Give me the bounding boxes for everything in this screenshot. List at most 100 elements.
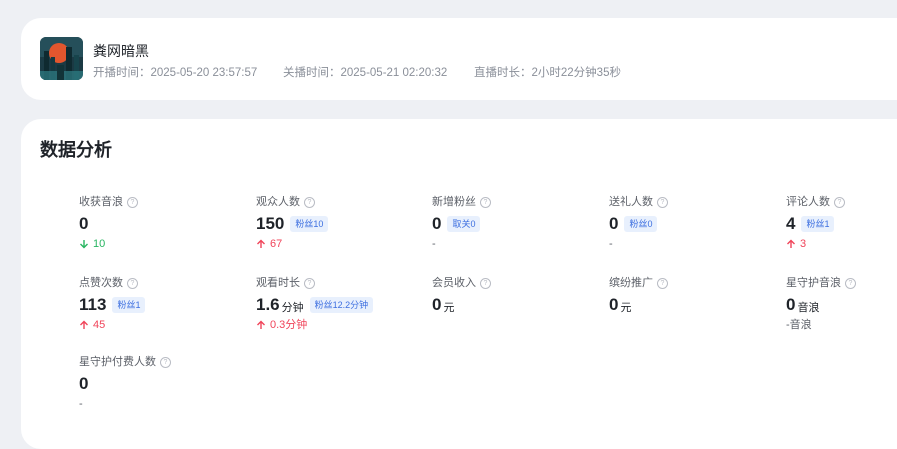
- section-title: 数据分析: [40, 140, 112, 160]
- metric-change-value: -: [432, 238, 436, 250]
- metric-value-row: 113 粉丝1: [79, 294, 249, 316]
- help-icon[interactable]: ?: [480, 277, 491, 289]
- metric-change-value: 67: [270, 238, 283, 250]
- metric-value-row: 150 粉丝10: [256, 213, 426, 235]
- metric-label-text: 送礼人数: [609, 196, 653, 208]
- metric-label-text: 会员收入: [432, 277, 476, 289]
- metric-label: 收获音浪?: [79, 195, 249, 209]
- end-time: 关播时间：2025-05-21 02:20:32: [283, 67, 448, 79]
- help-icon[interactable]: ?: [657, 196, 668, 208]
- metric-badge: 粉丝1: [112, 297, 146, 313]
- metric-label: 星守护音浪?: [786, 276, 897, 290]
- metric-change-value: 45: [93, 319, 106, 331]
- arrow-down-icon: [80, 240, 88, 249]
- metric-value-row: 0 取关0: [432, 213, 602, 235]
- help-icon[interactable]: ?: [657, 277, 668, 289]
- metric-card: 观看时长? 1.6 分钟 粉丝12.2分钟 0.3分钟: [256, 276, 426, 332]
- metric-value: 0: [609, 295, 619, 314]
- live-duration: 直播时长：2小时22分钟35秒: [474, 67, 621, 79]
- help-icon[interactable]: ?: [834, 196, 845, 208]
- arrow-up-icon: [257, 239, 265, 248]
- metric-value: 150: [256, 214, 285, 233]
- metric-card: 送礼人数? 0 粉丝0-: [609, 195, 779, 251]
- help-icon[interactable]: ?: [480, 196, 491, 208]
- metric-label: 点赞次数?: [79, 276, 249, 290]
- metric-badge: 粉丝12.2分钟: [309, 297, 374, 313]
- metric-badge: 粉丝1: [801, 216, 835, 232]
- help-icon[interactable]: ?: [304, 196, 315, 208]
- metric-value: 113: [79, 295, 107, 314]
- metric-label: 星守护付费人数?: [79, 355, 249, 369]
- metric-change: 3: [786, 237, 897, 251]
- metric-card: 收获音浪? 0 10: [79, 195, 249, 251]
- metric-change: 10: [79, 237, 249, 251]
- metric-value-row: 0: [79, 213, 249, 235]
- metric-value: 0: [786, 295, 796, 314]
- metric-label: 会员收入?: [432, 276, 602, 290]
- metric-change: -音浪: [786, 318, 897, 332]
- metric-value-row: 0元: [432, 294, 602, 316]
- live-info-card: 粪网暗黑 开播时间：2025-05-20 23:57:57 关播时间：2025-…: [21, 18, 897, 100]
- start-time: 开播时间：2025-05-20 23:57:57: [93, 67, 258, 79]
- metric-card: 点赞次数? 113 粉丝1 45: [79, 276, 249, 332]
- metric-value: 0: [432, 295, 442, 314]
- metric-badge: 取关0: [447, 216, 481, 232]
- metric-change-value: -: [79, 398, 83, 410]
- metric-card: 观众人数? 150 粉丝10 67: [256, 195, 426, 251]
- metric-unit: 元: [443, 301, 455, 314]
- metric-value-row: 0元: [609, 294, 779, 316]
- help-icon[interactable]: ?: [845, 277, 856, 289]
- metric-change: 0.3分钟: [256, 318, 426, 332]
- metric-label-text: 新增粉丝: [432, 196, 476, 208]
- metric-label: 新增粉丝?: [432, 195, 602, 209]
- metric-badge: 粉丝10: [290, 216, 329, 232]
- metric-label-text: 观众人数: [256, 196, 300, 208]
- metric-change: -: [79, 397, 249, 411]
- metric-card: 缤纷推广? 0 元: [609, 276, 779, 316]
- help-icon[interactable]: ?: [127, 196, 138, 208]
- metric-label-text: 星守护付费人数: [79, 356, 156, 368]
- metric-label: 观众人数?: [256, 195, 426, 209]
- metric-badge: 粉丝0: [624, 216, 658, 232]
- metric-label-text: 评论人数: [786, 196, 830, 208]
- metric-card: 会员收入? 0 元: [432, 276, 602, 316]
- metric-value: 0: [432, 214, 442, 233]
- metric-value: 0: [609, 214, 619, 233]
- metric-card: 新增粉丝? 0 取关0-: [432, 195, 602, 251]
- metric-label-text: 收获音浪: [79, 196, 123, 208]
- metric-change-value: -音浪: [786, 319, 812, 331]
- metric-card: 评论人数? 4 粉丝1 3: [786, 195, 897, 251]
- metric-value: 0: [79, 374, 89, 393]
- arrow-up-icon: [257, 320, 265, 329]
- metric-change: 67: [256, 237, 426, 251]
- metric-card: 星守护付费人数? 0 -: [79, 355, 249, 411]
- metric-change: -: [609, 237, 779, 251]
- metric-card: 星守护音浪? 0 音浪 -音浪: [786, 276, 897, 332]
- help-icon[interactable]: ?: [304, 277, 315, 289]
- metric-value-row: 1.6 分钟 粉丝12.2分钟: [256, 294, 426, 316]
- metric-unit: 音浪: [797, 301, 820, 314]
- metric-value: 0: [79, 214, 89, 233]
- metric-label: 观看时长?: [256, 276, 426, 290]
- streamer-avatar: [40, 37, 83, 80]
- help-icon[interactable]: ?: [160, 356, 171, 368]
- metric-value-row: 0: [79, 373, 249, 395]
- metric-label: 缤纷推广?: [609, 276, 779, 290]
- metric-unit: 分钟: [281, 301, 304, 314]
- metric-label-text: 点赞次数: [79, 277, 123, 289]
- arrow-up-icon: [80, 320, 88, 329]
- metric-label-text: 星守护音浪: [786, 277, 841, 289]
- metric-value: 1.6: [256, 295, 280, 314]
- metric-label-text: 观看时长: [256, 277, 300, 289]
- metric-label: 评论人数?: [786, 195, 897, 209]
- help-icon[interactable]: ?: [127, 277, 138, 289]
- metric-value: 4: [786, 214, 796, 233]
- metric-label-text: 缤纷推广: [609, 277, 653, 289]
- metric-value-row: 0 音浪: [786, 294, 897, 316]
- metric-change: 45: [79, 318, 249, 332]
- metric-change-value: -: [609, 238, 613, 250]
- data-analysis-card: 数据分析 收获音浪? 0 10 观众人数? 150 粉丝10 67 新增粉丝? 0 取关0- 送礼人…: [21, 119, 897, 449]
- metric-change-value: 3: [800, 238, 807, 250]
- metric-label: 送礼人数?: [609, 195, 779, 209]
- metric-value-row: 0 粉丝0: [609, 213, 779, 235]
